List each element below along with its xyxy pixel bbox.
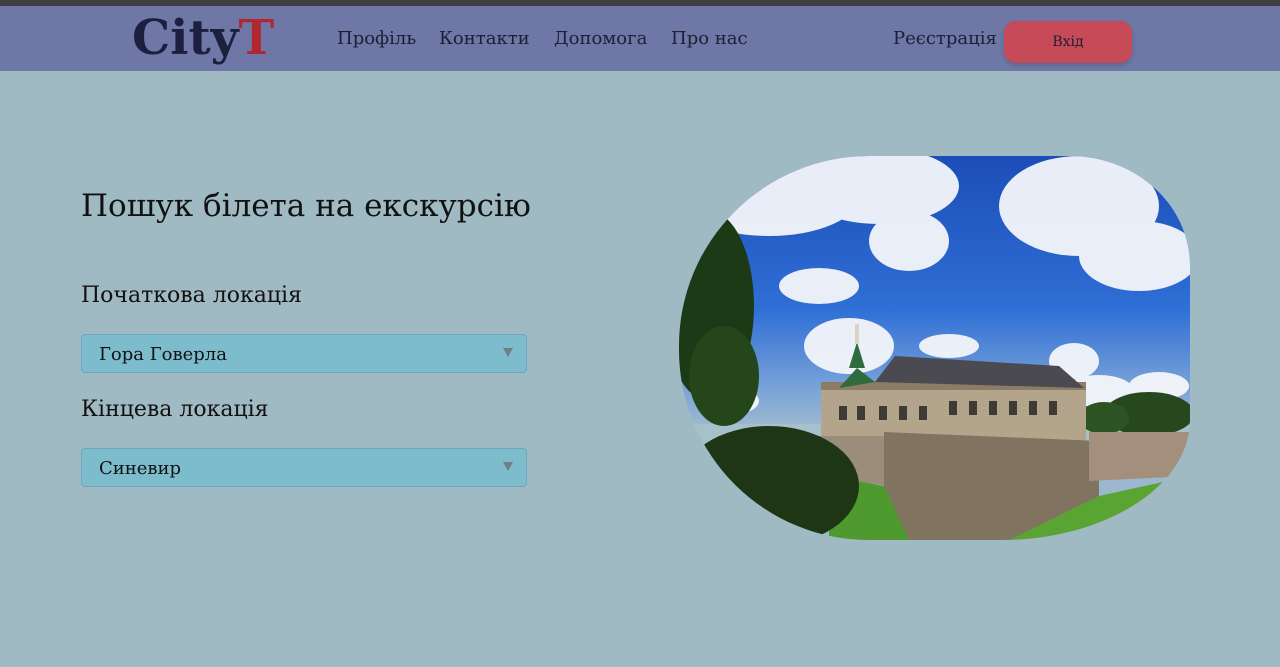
register-link[interactable]: Реєстрація xyxy=(893,28,997,49)
start-location-label: Початкова локація xyxy=(81,283,302,308)
start-location-select[interactable]: Гора Говерла xyxy=(81,334,527,373)
end-location-label: Кінцева локація xyxy=(81,397,269,422)
nav-link-about[interactable]: Про нас xyxy=(671,28,748,49)
end-location-select[interactable]: Синевир xyxy=(81,448,527,487)
navbar: CityT Профіль Контакти Допомога Про нас … xyxy=(0,6,1280,71)
logo-main: City xyxy=(132,10,239,66)
nav-link-profile[interactable]: Профіль xyxy=(337,28,416,49)
chevron-down-icon xyxy=(503,462,513,471)
logo-accent: T xyxy=(238,10,275,66)
chevron-down-icon xyxy=(503,348,513,357)
nav-link-contacts[interactable]: Контакти xyxy=(439,28,530,49)
login-button[interactable]: Вхід xyxy=(1004,21,1132,63)
end-location-value: Синевир xyxy=(99,458,182,479)
logo[interactable]: CityT xyxy=(132,8,274,68)
start-location-value: Гора Говерла xyxy=(99,344,227,365)
page-title: Пошук білета на екскурсію xyxy=(81,188,531,224)
castle-illustration xyxy=(679,156,1190,540)
nav-link-help[interactable]: Допомога xyxy=(554,28,647,49)
hero-image-castle xyxy=(679,156,1190,540)
